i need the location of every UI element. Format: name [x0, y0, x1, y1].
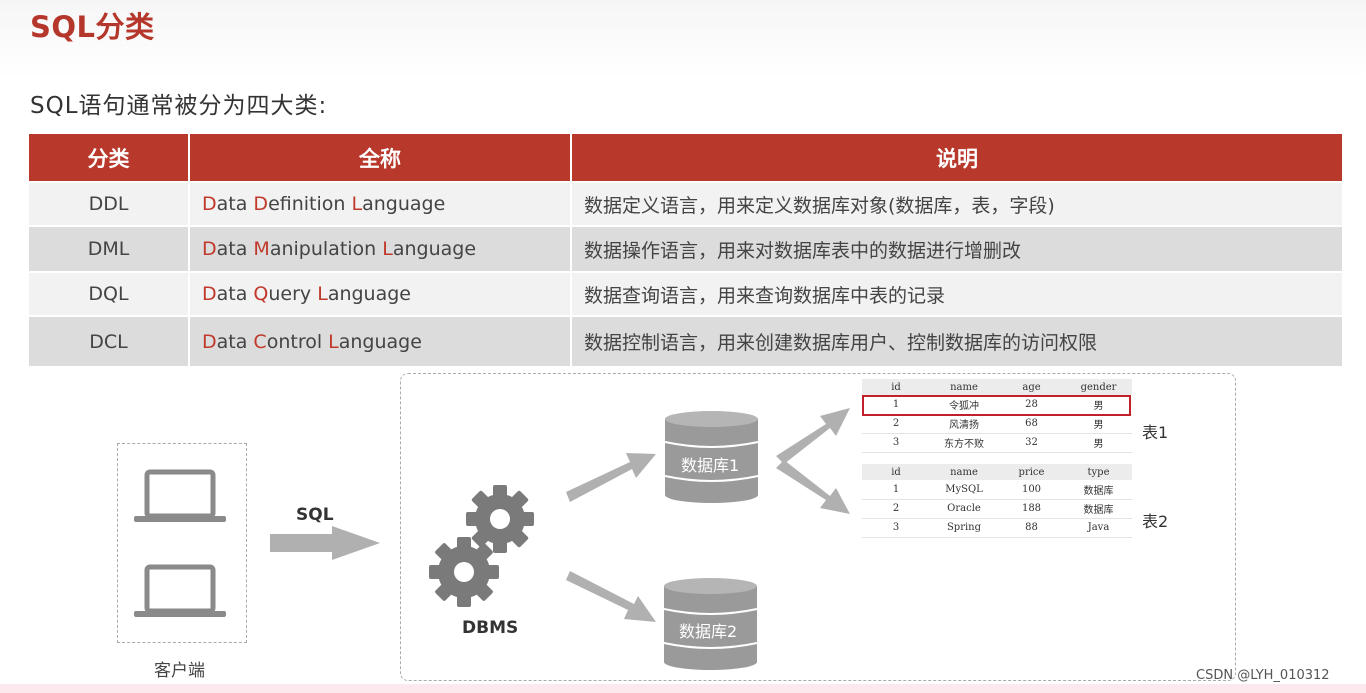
table-row: 2 风清扬 68 男 [862, 414, 1132, 434]
cell: 100 [998, 480, 1065, 500]
dbms-label: DBMS [462, 618, 519, 638]
arrow-icon [776, 460, 850, 514]
cell: Java [1065, 518, 1132, 538]
highlighted-row-box [862, 395, 1131, 416]
table-2-label: 表2 [1142, 512, 1169, 531]
column-header: type [1065, 464, 1132, 480]
cell: Oracle [930, 499, 998, 519]
sql-label: SQL [296, 505, 334, 525]
cell: 68 [998, 414, 1065, 434]
table-row: 3 东方不败 32 男 [862, 433, 1132, 453]
cell: 188 [998, 499, 1065, 519]
table-row: 2 Oracle 188 数据库 [862, 499, 1132, 519]
gear-icon [466, 485, 534, 553]
cell: 2 [862, 414, 930, 434]
cell: 数据库 [1065, 499, 1132, 519]
table-header-row: id name age gender [862, 379, 1132, 395]
database-1-label: 数据库1 [681, 456, 740, 475]
cell: Spring [930, 518, 998, 538]
table-header-row: id name price type [862, 464, 1132, 480]
table-row: 1 MySQL 100 数据库 [862, 480, 1132, 500]
cell: 3 [862, 433, 930, 453]
table-1-label: 表1 [1142, 423, 1169, 442]
cell: 88 [998, 518, 1065, 538]
bottom-strip [0, 684, 1366, 693]
cell: 男 [1065, 414, 1132, 434]
column-header: age [998, 379, 1065, 395]
gear-icon [429, 537, 499, 607]
table-2-preview: id name price type 1 MySQL 100 数据库 2 Ora… [862, 464, 1132, 538]
cell: 数据库 [1065, 480, 1132, 500]
database-2-label: 数据库2 [679, 622, 738, 641]
watermark: CSDN @LYH_010312 [1196, 668, 1330, 683]
cell: 东方不败 [930, 433, 998, 453]
cell: 风清扬 [930, 414, 998, 434]
cell: 3 [862, 518, 930, 538]
column-header: name [930, 379, 998, 395]
column-header: id [862, 379, 930, 395]
table-row: 3 Spring 88 Java [862, 518, 1132, 538]
column-header: gender [1065, 379, 1132, 395]
cell: 1 [862, 480, 930, 500]
arrow-icon [776, 408, 850, 464]
laptop-icon [134, 564, 226, 617]
column-header: id [862, 464, 930, 480]
arrow-icon [566, 453, 656, 502]
cell: 2 [862, 499, 930, 519]
cell: MySQL [930, 480, 998, 500]
arrow-icon [566, 571, 656, 622]
cell: 32 [998, 433, 1065, 453]
column-header: price [998, 464, 1065, 480]
laptop-icon [134, 469, 226, 522]
architecture-diagram [134, 408, 850, 670]
cell: 男 [1065, 433, 1132, 453]
sql-arrow-icon [270, 526, 380, 560]
column-header: name [930, 464, 998, 480]
